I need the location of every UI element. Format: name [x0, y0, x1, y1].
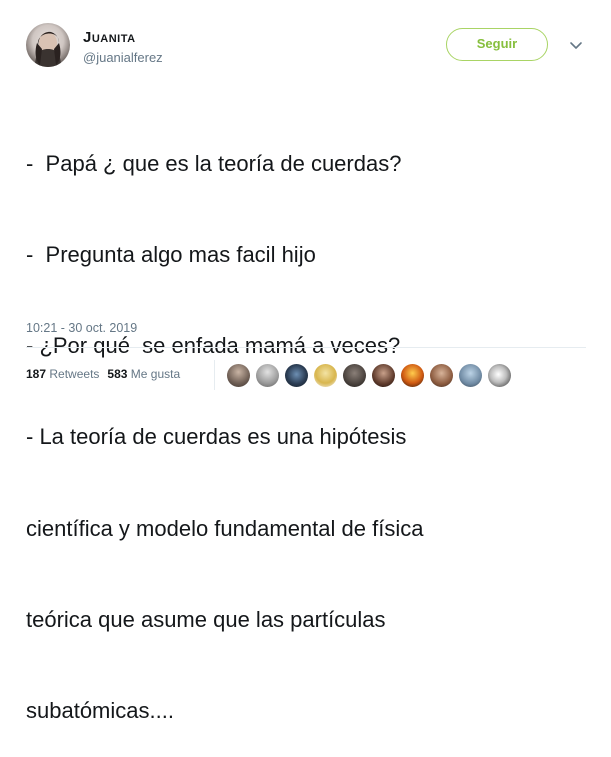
chevron-down-icon[interactable]	[569, 38, 583, 49]
tweet-timestamp[interactable]: 10:21 - 30 oct. 2019	[26, 321, 137, 335]
retweets-label: Retweets	[49, 367, 100, 381]
likes-stat[interactable]: 583 Me gusta	[107, 367, 180, 381]
liker-avatar[interactable]	[314, 364, 337, 387]
liker-avatar[interactable]	[372, 364, 395, 387]
tweet-line: subatómicas....	[26, 698, 174, 724]
tweet-text: - Papá ¿ que es la teoría de cuerdas? - …	[26, 88, 596, 757]
liker-avatar[interactable]	[430, 364, 453, 387]
tweet-stats: 187 Retweets 583 Me gusta	[26, 367, 180, 381]
tweet-line: - Pregunta algo mas facil hijo	[26, 242, 316, 268]
divider	[26, 347, 586, 348]
liker-avatar[interactable]	[343, 364, 366, 387]
display-name[interactable]: Juanita	[83, 29, 136, 46]
retweets-count: 187	[26, 367, 47, 381]
liker-avatar[interactable]	[459, 364, 482, 387]
stats-separator	[214, 360, 215, 390]
liker-avatar[interactable]	[227, 364, 250, 387]
user-handle[interactable]: @juanialferez	[83, 50, 163, 65]
liker-avatar[interactable]	[285, 364, 308, 387]
tweet-line: científica y modelo fundamental de físic…	[26, 515, 424, 541]
liker-avatar[interactable]	[401, 364, 424, 387]
retweets-stat[interactable]: 187 Retweets	[26, 367, 99, 381]
liker-avatar[interactable]	[256, 364, 279, 387]
avatar[interactable]	[26, 23, 70, 67]
likes-count: 583	[107, 367, 128, 381]
follow-button[interactable]: Seguir	[446, 28, 548, 61]
liker-avatar[interactable]	[488, 364, 511, 387]
tweet-line: - Papá ¿ que es la teoría de cuerdas?	[26, 150, 402, 176]
tweet-line: teórica que asume que las partículas	[26, 606, 386, 632]
likes-label: Me gusta	[130, 367, 181, 381]
tweet-line: - La teoría de cuerdas es una hipótesis	[26, 424, 407, 450]
